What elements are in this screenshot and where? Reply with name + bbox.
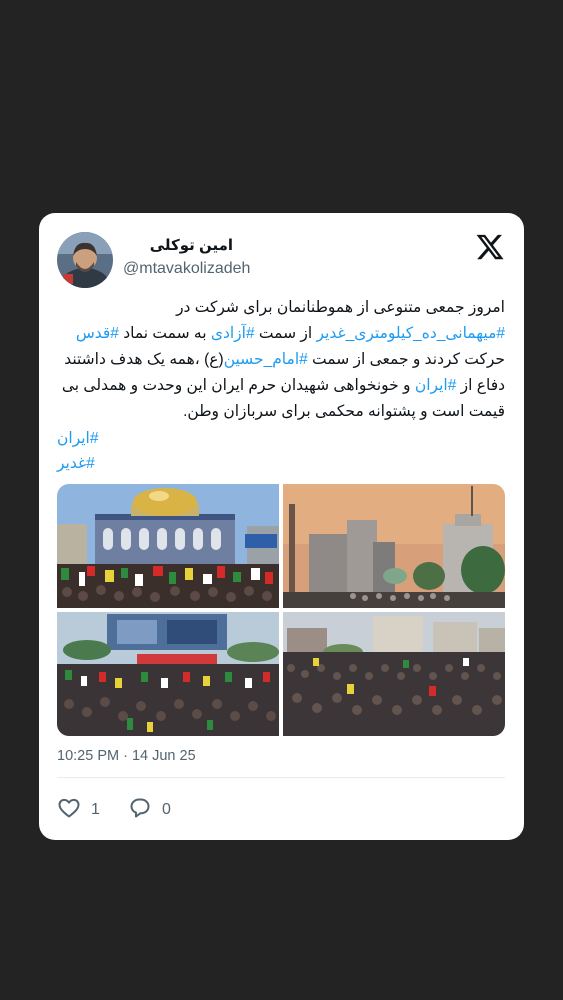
- x-logo-icon[interactable]: [475, 232, 505, 262]
- hashtag-link[interactable]: #میهمانی_ده_کیلومتری_غدیر: [316, 325, 505, 342]
- hashtag-link[interactable]: #غدیر: [57, 451, 505, 476]
- heart-icon: [57, 796, 81, 825]
- tweet-text-segment: از سمت: [254, 325, 317, 342]
- like-count: 1: [91, 801, 100, 818]
- reply-button[interactable]: 0: [128, 798, 171, 822]
- hashtag-link[interactable]: #آزادی: [211, 325, 255, 342]
- hashtag-link[interactable]: #قدس: [76, 325, 119, 342]
- tweet-text-segment: امروز جمعی متنوعی از هموطنانمان برای شرک…: [176, 299, 505, 316]
- tweet-text-segment: حرکت کردند و جمعی از سمت: [307, 351, 505, 368]
- photo-square-crowd[interactable]: [57, 612, 279, 736]
- hashtag-link[interactable]: #امام_حسین: [224, 351, 308, 368]
- media-grid: [57, 484, 505, 736]
- photo-street-dusk[interactable]: [283, 484, 505, 608]
- tweet-timestamp[interactable]: 10:25 PM · 14 Jun 25: [57, 748, 196, 764]
- divider: [57, 777, 505, 778]
- author-handle[interactable]: @mtavakolizadeh: [123, 260, 250, 278]
- photo-avenue-crowd[interactable]: [283, 612, 505, 736]
- like-button[interactable]: 1: [57, 798, 100, 822]
- tweet-text-segment: به سمت نماد: [118, 325, 211, 342]
- tweet-card: امین توکلی @mtavakolizadeh امروز جمعی مت…: [39, 213, 524, 840]
- avatar[interactable]: [57, 232, 113, 288]
- hashtag-link[interactable]: #ایران: [415, 377, 456, 394]
- reply-count: 0: [162, 801, 171, 818]
- hashtag-link[interactable]: #ایران: [57, 426, 505, 451]
- author-name[interactable]: امین توکلی: [123, 236, 233, 254]
- photo-dome-rally[interactable]: [57, 484, 279, 608]
- reply-bubble-icon: [128, 796, 152, 825]
- tweet-text: امروز جمعی متنوعی از هموطنانمان برای شرک…: [57, 295, 505, 425]
- hashtag-list: #ایران #غدیر: [57, 426, 505, 476]
